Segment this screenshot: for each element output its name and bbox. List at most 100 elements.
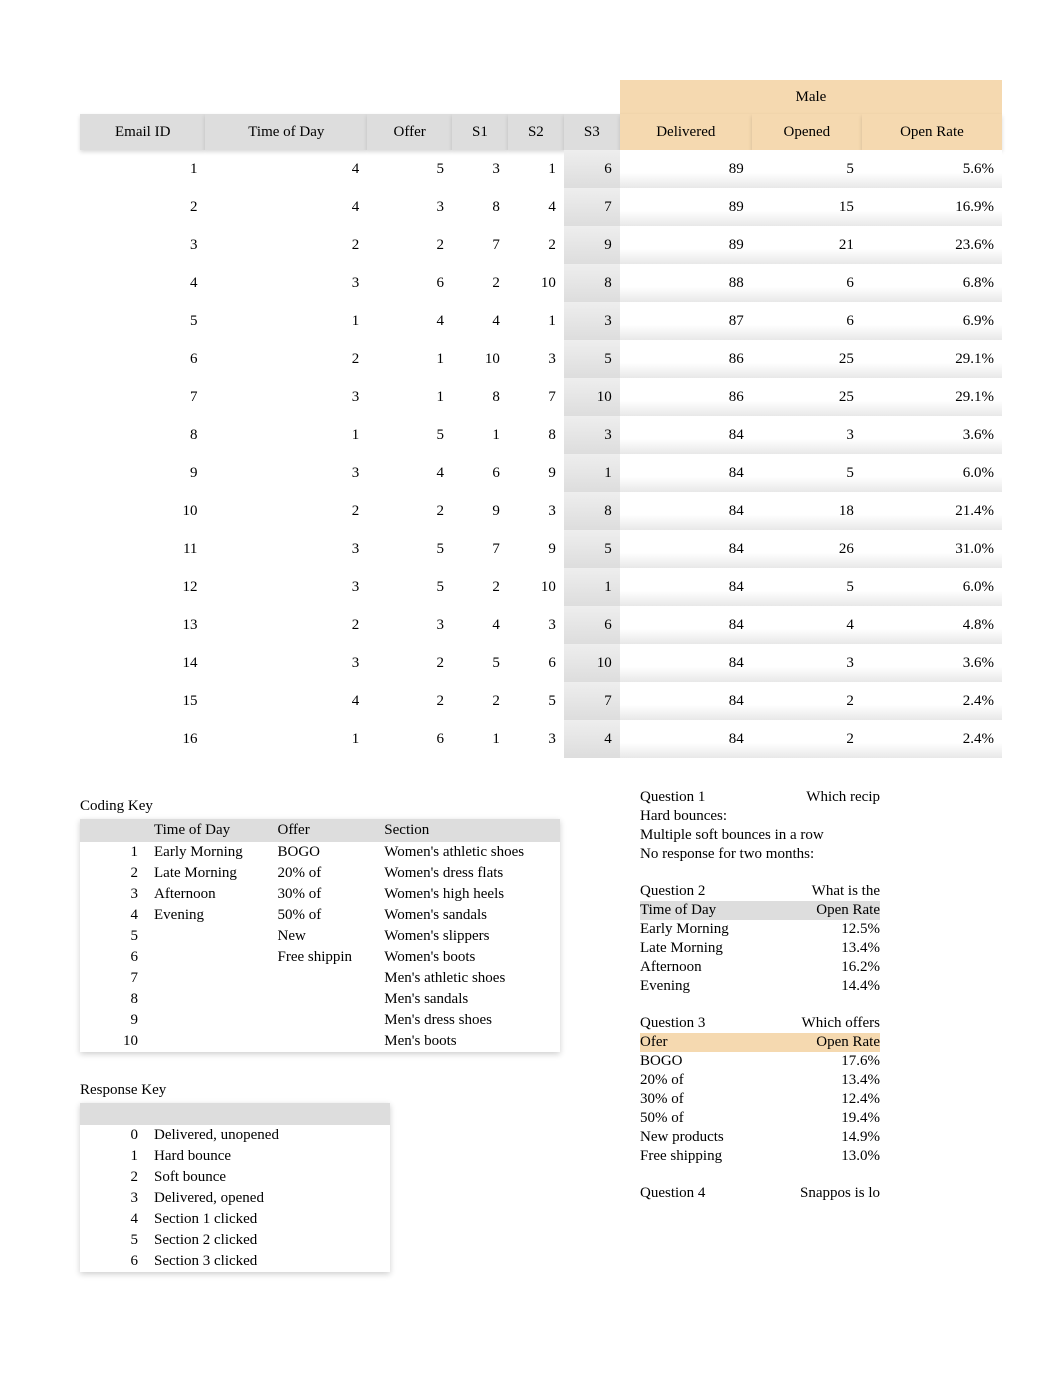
table-row: 15422578422.4% <box>80 682 1002 720</box>
q2-cell: Early Morning <box>640 921 729 938</box>
table-cell: 10 <box>508 264 564 302</box>
table-row: 2Late Morning20% ofWomen's dress flats <box>80 863 560 884</box>
q2-cell: Late Morning <box>640 940 723 957</box>
table-cell: 3 <box>452 150 508 188</box>
q3-row: BOGO 17.6% <box>640 1052 880 1071</box>
table-cell: 11 <box>80 530 205 568</box>
q3-row: New products14.9% <box>640 1128 880 1147</box>
table-cell: 3 <box>367 188 452 226</box>
table-row: 2Soft bounce <box>80 1167 390 1188</box>
table-cell: 6.0% <box>862 568 1002 606</box>
coding-key-h0 <box>80 819 146 842</box>
q2-title-r: What is the <box>812 883 880 900</box>
table-cell: 2.4% <box>862 720 1002 758</box>
table-cell: 1 <box>452 720 508 758</box>
table-cell: 18 <box>752 492 862 530</box>
table-cell: 1 <box>367 340 452 378</box>
table-cell: 4 <box>205 150 367 188</box>
table-cell: 89 <box>620 150 752 188</box>
table-cell: 4 <box>367 454 452 492</box>
q3-cell: BOGO <box>640 1053 683 1070</box>
table-cell: 6.9% <box>862 302 1002 340</box>
table-cell: Women's dress flats <box>376 863 560 884</box>
table-cell: 21.4% <box>862 492 1002 530</box>
table-cell: Women's sandals <box>376 905 560 926</box>
table-cell: 2 <box>452 568 508 606</box>
table-cell: Men's athletic shoes <box>376 968 560 989</box>
table-cell: 2.4% <box>862 682 1002 720</box>
table-cell: 10 <box>564 378 620 416</box>
table-row: 123521018456.0% <box>80 568 1002 606</box>
table-cell: 1 <box>452 416 508 454</box>
table-cell: 4 <box>80 1209 146 1230</box>
table-cell: Delivered, opened <box>146 1188 390 1209</box>
table-cell: 3 <box>80 226 205 264</box>
table-cell: BOGO <box>269 842 376 863</box>
table-cell: 7 <box>564 188 620 226</box>
table-cell: 9 <box>508 454 564 492</box>
table-row: 7Men's athletic shoes <box>80 968 560 989</box>
table-cell: 5 <box>752 150 862 188</box>
table-cell: 4 <box>508 188 564 226</box>
group-header-row: Male <box>80 80 1002 114</box>
table-cell: 10 <box>564 644 620 682</box>
table-cell: 5 <box>367 530 452 568</box>
table-cell: 4 <box>80 264 205 302</box>
table-cell: 9 <box>80 454 205 492</box>
q3-cell: New products <box>640 1129 724 1146</box>
table-cell <box>269 1031 376 1052</box>
table-cell: 7 <box>508 378 564 416</box>
table-cell: 30% of <box>269 884 376 905</box>
table-cell: 2 <box>80 863 146 884</box>
table-cell: 84 <box>620 720 752 758</box>
q2-row: Early Morning12.5% <box>640 920 880 939</box>
col-offer: Offer <box>367 114 452 150</box>
table-cell: 10 <box>80 492 205 530</box>
table-cell: 0 <box>80 1125 146 1146</box>
question-3: Question 3 Which offers Ofer Open Rate B… <box>640 1014 1002 1166</box>
q1-line-0: Hard bounces: <box>640 808 727 825</box>
q3-h-r: Open Rate <box>816 1034 880 1051</box>
table-cell: 20% of <box>269 863 376 884</box>
table-cell: Women's slippers <box>376 926 560 947</box>
table-row: 5Section 2 clicked <box>80 1230 390 1251</box>
question-2: Question 2 What is the Time of Day Open … <box>640 882 1002 996</box>
table-cell: 4.8% <box>862 606 1002 644</box>
table-cell: 4 <box>564 720 620 758</box>
table-cell: 9 <box>508 530 564 568</box>
table-cell: 29.1% <box>862 340 1002 378</box>
q3-cell: 19.4% <box>841 1110 880 1127</box>
table-cell: 86 <box>620 340 752 378</box>
table-cell: 15 <box>80 682 205 720</box>
table-cell: 3 <box>508 720 564 758</box>
male-group-header: Male <box>620 80 1002 114</box>
col-open-rate: Open Rate <box>862 114 1002 150</box>
table-cell: 2 <box>205 340 367 378</box>
q2-cell: Evening <box>640 978 690 995</box>
q3-cell: 20% of <box>640 1072 684 1089</box>
table-cell: 84 <box>620 530 752 568</box>
col-s3: S3 <box>564 114 620 150</box>
table-row: 3Afternoon30% ofWomen's high heels <box>80 884 560 905</box>
table-row: 4Evening50% ofWomen's sandals <box>80 905 560 926</box>
table-row: 16161348422.4% <box>80 720 1002 758</box>
email-data-table: Male Email ID Time of Day Offer S1 S2 S3… <box>80 80 1002 758</box>
table-cell: Free shippin <box>269 947 376 968</box>
q3-cell: 17.6% <box>841 1053 880 1070</box>
table-row: 143256108433.6% <box>80 644 1002 682</box>
table-cell: 1 <box>205 302 367 340</box>
table-cell: 4 <box>367 302 452 340</box>
table-row: 322729892123.6% <box>80 226 1002 264</box>
table-cell: Early Morning <box>146 842 269 863</box>
table-cell: 10 <box>508 568 564 606</box>
table-cell: Section 2 clicked <box>146 1230 390 1251</box>
table-row: 3Delivered, opened <box>80 1188 390 1209</box>
table-cell: New <box>269 926 376 947</box>
table-cell: 1 <box>564 454 620 492</box>
table-cell: 5 <box>367 150 452 188</box>
table-cell: 84 <box>620 416 752 454</box>
table-cell: 2 <box>205 606 367 644</box>
table-cell: 6 <box>564 150 620 188</box>
table-cell: Women's athletic shoes <box>376 842 560 863</box>
table-cell: 84 <box>620 682 752 720</box>
